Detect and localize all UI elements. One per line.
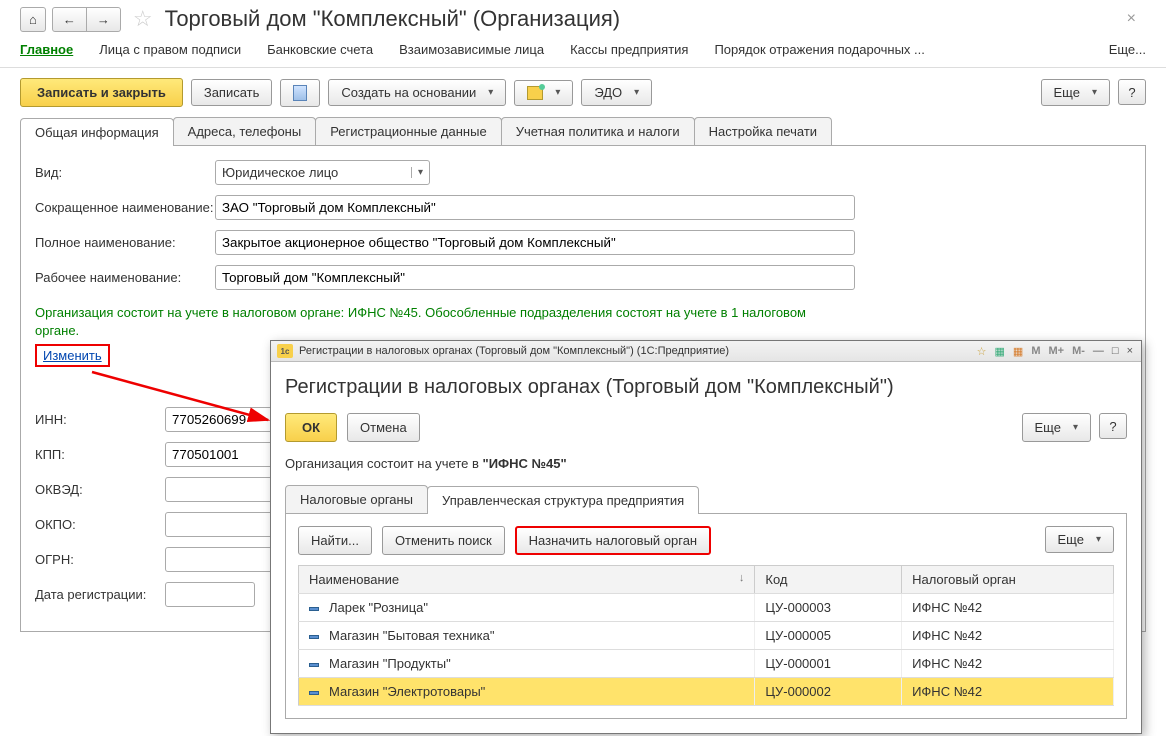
more-button[interactable]: Еще xyxy=(1041,79,1110,106)
tab-registration[interactable]: Регистрационные данные xyxy=(315,117,501,145)
item-icon xyxy=(309,691,319,695)
item-icon xyxy=(309,635,319,639)
inn-label: ИНН: xyxy=(35,412,165,427)
full-name-input[interactable] xyxy=(215,230,855,255)
structure-table: Наименование↓ Код Налоговый орган Ларек … xyxy=(298,565,1114,706)
book-button[interactable] xyxy=(514,80,573,106)
change-link[interactable]: Изменить xyxy=(35,344,110,367)
short-label: Сокращенное наименование: xyxy=(35,200,215,215)
mem-mminus[interactable]: M- xyxy=(1070,345,1087,357)
create-based-button[interactable]: Создать на основании xyxy=(328,79,506,106)
edo-button[interactable]: ЭДО xyxy=(581,79,652,106)
arrow-left-icon: ← xyxy=(63,12,76,27)
tab-general[interactable]: Общая информация xyxy=(20,118,174,146)
inner-tab-structure[interactable]: Управленческая структура предприятия xyxy=(427,486,699,514)
cancel-button[interactable]: Отмена xyxy=(347,413,420,442)
arrow-right-icon: → xyxy=(97,12,110,27)
document-icon xyxy=(293,85,307,101)
close-button[interactable]: × xyxy=(1117,10,1146,28)
star-icon[interactable]: ☆ xyxy=(133,6,153,32)
inner-tab-tax[interactable]: Налоговые органы xyxy=(285,485,428,513)
table-row[interactable]: Магазин "Электротовары"ЦУ-000002ИФНС №42 xyxy=(299,678,1114,706)
dialog-note: Организация состоит на учете в "ИФНС №45… xyxy=(285,456,1127,471)
nav-related[interactable]: Взаимозависимые лица xyxy=(399,42,544,57)
short-name-input[interactable] xyxy=(215,195,855,220)
save-close-button[interactable]: Записать и закрыть xyxy=(20,78,183,107)
close-icon[interactable]: × xyxy=(1125,345,1135,357)
table-row[interactable]: Магазин "Бытовая техника"ЦУ-000005ИФНС №… xyxy=(299,622,1114,650)
nav-signers[interactable]: Лица с правом подписи xyxy=(99,42,241,57)
okpo-input[interactable] xyxy=(165,512,275,537)
find-button[interactable]: Найти... xyxy=(298,526,372,555)
ogrn-label: ОГРН: xyxy=(35,552,165,567)
dialog-title: Регистрации в налоговых органах (Торговы… xyxy=(285,376,1127,399)
item-icon xyxy=(309,607,319,611)
vid-label: Вид: xyxy=(35,165,215,180)
nav-gift[interactable]: Порядок отражения подарочных ... xyxy=(714,42,924,57)
mem-mplus[interactable]: M+ xyxy=(1046,345,1066,357)
dialog-more-button[interactable]: Еще xyxy=(1022,413,1091,442)
calendar-icon[interactable]: ▦ xyxy=(1011,345,1025,358)
oneC-icon: 1c xyxy=(277,344,293,358)
regdate-input[interactable] xyxy=(165,582,255,607)
table-row[interactable]: Магазин "Продукты"ЦУ-000001ИФНС №42 xyxy=(299,650,1114,678)
minimize-icon[interactable]: — xyxy=(1091,345,1106,357)
table-row[interactable]: Ларек "Розница"ЦУ-000003ИФНС №42 xyxy=(299,594,1114,622)
book-icon xyxy=(527,86,543,100)
ogrn-input[interactable] xyxy=(165,547,275,572)
okpo-label: ОКПО: xyxy=(35,517,165,532)
nav-more[interactable]: Еще... xyxy=(1109,42,1146,57)
okved-label: ОКВЭД: xyxy=(35,482,165,497)
sort-icon: ↓ xyxy=(739,572,745,584)
home-icon: ⌂ xyxy=(29,12,37,27)
nav-bank[interactable]: Банковские счета xyxy=(267,42,373,57)
nav-cash[interactable]: Кассы предприятия xyxy=(570,42,688,57)
kpp-input[interactable] xyxy=(165,442,275,467)
help-button[interactable]: ? xyxy=(1118,79,1146,105)
tab-addresses[interactable]: Адреса, телефоны xyxy=(173,117,317,145)
tax-registration-dialog: 1c Регистрации в налоговых органах (Торг… xyxy=(270,340,1142,734)
calc-icon[interactable]: ▦ xyxy=(993,345,1007,358)
full-label: Полное наименование: xyxy=(35,235,215,250)
registration-note: Организация состоит на учете в налоговом… xyxy=(35,304,815,340)
col-tax[interactable]: Налоговый орган xyxy=(902,566,1114,594)
pin-icon[interactable]: ☆ xyxy=(975,345,989,358)
col-name[interactable]: Наименование↓ xyxy=(299,566,755,594)
home-button[interactable]: ⌂ xyxy=(20,7,46,32)
regdate-label: Дата регистрации: xyxy=(35,587,165,602)
page-title: Торговый дом "Комплексный" (Организация) xyxy=(165,6,621,32)
inn-input[interactable] xyxy=(165,407,275,432)
dialog-titlebar-text: Регистрации в налоговых органах (Торговы… xyxy=(299,345,729,357)
maximize-icon[interactable]: □ xyxy=(1110,345,1121,357)
save-button[interactable]: Записать xyxy=(191,79,273,106)
forward-button[interactable]: → xyxy=(87,8,120,31)
assign-tax-button[interactable]: Назначить налоговый орган xyxy=(515,526,711,555)
tab-accounting[interactable]: Учетная политика и налоги xyxy=(501,117,695,145)
ok-button[interactable]: ОК xyxy=(285,413,337,442)
tab-print[interactable]: Настройка печати xyxy=(694,117,832,145)
work-name-input[interactable] xyxy=(215,265,855,290)
mem-m[interactable]: M xyxy=(1029,345,1042,357)
col-code[interactable]: Код xyxy=(755,566,902,594)
doc-button[interactable] xyxy=(280,79,320,107)
vid-select[interactable]: Юридическое лицо▾ xyxy=(215,160,430,185)
kpp-label: КПП: xyxy=(35,447,165,462)
okved-input[interactable] xyxy=(165,477,275,502)
chevron-down-icon: ▾ xyxy=(411,167,423,178)
back-button[interactable]: ← xyxy=(53,8,87,31)
cancel-search-button[interactable]: Отменить поиск xyxy=(382,526,505,555)
item-icon xyxy=(309,663,319,667)
inner-more-button[interactable]: Еще xyxy=(1045,526,1114,553)
dialog-help-button[interactable]: ? xyxy=(1099,413,1127,439)
work-label: Рабочее наименование: xyxy=(35,270,215,285)
nav-main[interactable]: Главное xyxy=(20,42,73,57)
